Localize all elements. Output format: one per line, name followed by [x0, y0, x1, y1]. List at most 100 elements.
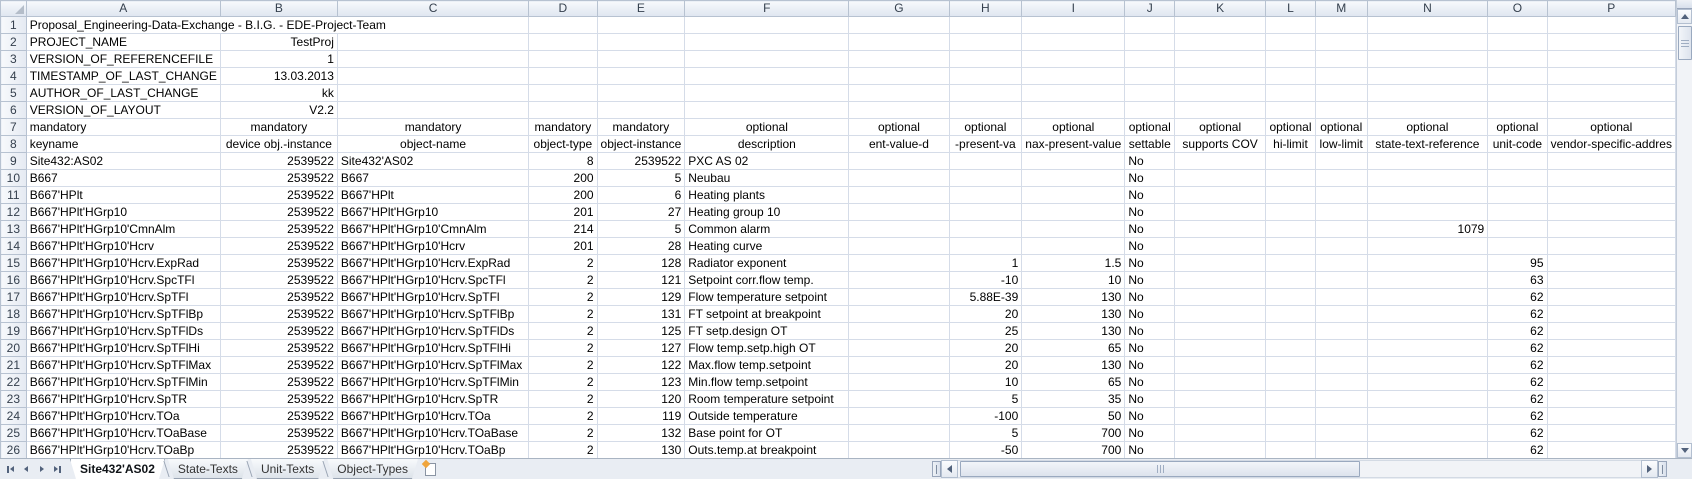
row-header-10[interactable]: 10: [1, 170, 27, 187]
cell-K6[interactable]: [1175, 102, 1266, 119]
cell-O20[interactable]: 62: [1488, 340, 1547, 357]
cell-L14[interactable]: [1266, 238, 1316, 255]
cell-H21[interactable]: 20: [949, 357, 1022, 374]
cell-K24[interactable]: [1175, 408, 1266, 425]
cell-O10[interactable]: [1488, 170, 1547, 187]
prev-sheet-button[interactable]: [18, 461, 34, 478]
cell-F2[interactable]: [685, 34, 849, 51]
cell-F15[interactable]: Radiator exponent: [685, 255, 849, 272]
cell-I18[interactable]: 130: [1022, 306, 1125, 323]
cell-F7[interactable]: optional: [685, 119, 849, 136]
col-header-J[interactable]: J: [1125, 1, 1175, 17]
row-header-21[interactable]: 21: [1, 357, 27, 374]
cell-F6[interactable]: [685, 102, 849, 119]
cell-A1[interactable]: Proposal_Engineering-Data-Exchange - B.I…: [26, 17, 528, 34]
row-header-14[interactable]: 14: [1, 238, 27, 255]
cell-M19[interactable]: [1315, 323, 1367, 340]
cell-L23[interactable]: [1266, 391, 1316, 408]
cell-H14[interactable]: [949, 238, 1022, 255]
cell-H11[interactable]: [949, 187, 1022, 204]
cell-K16[interactable]: [1175, 272, 1266, 289]
row-header-12[interactable]: 12: [1, 204, 27, 221]
cell-J25[interactable]: No: [1125, 425, 1175, 442]
cell-D5[interactable]: [529, 85, 597, 102]
cell-P13[interactable]: [1547, 221, 1675, 238]
cell-D7[interactable]: mandatory: [529, 119, 597, 136]
cell-E4[interactable]: [597, 68, 685, 85]
cell-B14[interactable]: 2539522: [220, 238, 337, 255]
cell-O8[interactable]: unit-code: [1488, 136, 1547, 153]
cell-D11[interactable]: 200: [529, 187, 597, 204]
row-header-19[interactable]: 19: [1, 323, 27, 340]
cell-D25[interactable]: 2: [529, 425, 597, 442]
cell-B9[interactable]: 2539522: [220, 153, 337, 170]
cell-F14[interactable]: Heating curve: [685, 238, 849, 255]
cell-E9[interactable]: 2539522: [597, 153, 685, 170]
cell-P15[interactable]: [1547, 255, 1675, 272]
cell-L7[interactable]: optional: [1266, 119, 1316, 136]
col-header-M[interactable]: M: [1315, 1, 1367, 17]
cell-H17[interactable]: 5.88E-39: [949, 289, 1022, 306]
cell-C13[interactable]: B667'HPlt'HGrp10'CmnAlm: [337, 221, 528, 238]
cell-E26[interactable]: 130: [597, 442, 685, 459]
cell-P6[interactable]: [1547, 102, 1675, 119]
cell-M22[interactable]: [1315, 374, 1367, 391]
cell-B11[interactable]: 2539522: [220, 187, 337, 204]
cell-H25[interactable]: 5: [949, 425, 1022, 442]
vertical-scroll-thumb[interactable]: [1678, 26, 1692, 60]
cell-O19[interactable]: 62: [1488, 323, 1547, 340]
cell-E25[interactable]: 132: [597, 425, 685, 442]
cell-E5[interactable]: [597, 85, 685, 102]
cell-H22[interactable]: 10: [949, 374, 1022, 391]
row-header-3[interactable]: 3: [1, 51, 27, 68]
cell-C6[interactable]: [337, 102, 528, 119]
cell-P18[interactable]: [1547, 306, 1675, 323]
cell-G20[interactable]: [849, 340, 949, 357]
cell-D22[interactable]: 2: [529, 374, 597, 391]
cell-M10[interactable]: [1315, 170, 1367, 187]
cell-A22[interactable]: B667'HPlt'HGrp10'Hcrv.SpTFlMin: [26, 374, 220, 391]
cell-J11[interactable]: No: [1125, 187, 1175, 204]
cell-J26[interactable]: No: [1125, 442, 1175, 459]
cell-M1[interactable]: [1315, 17, 1367, 34]
cell-D1[interactable]: [529, 17, 597, 34]
cell-I14[interactable]: [1022, 238, 1125, 255]
cell-L2[interactable]: [1266, 34, 1316, 51]
cell-F11[interactable]: Heating plants: [685, 187, 849, 204]
cell-F5[interactable]: [685, 85, 849, 102]
cell-H1[interactable]: [949, 17, 1022, 34]
cell-O14[interactable]: [1488, 238, 1547, 255]
cell-F9[interactable]: PXC AS 02: [685, 153, 849, 170]
cell-F23[interactable]: Room temperature setpoint: [685, 391, 849, 408]
col-header-G[interactable]: G: [849, 1, 949, 17]
cell-P11[interactable]: [1547, 187, 1675, 204]
cell-A5[interactable]: AUTHOR_OF_LAST_CHANGE: [26, 85, 220, 102]
horizontal-split-handle-right[interactable]: [1658, 461, 1667, 477]
cell-E19[interactable]: 125: [597, 323, 685, 340]
col-header-H[interactable]: H: [949, 1, 1022, 17]
cell-I7[interactable]: optional: [1022, 119, 1125, 136]
cell-D6[interactable]: [529, 102, 597, 119]
cell-O3[interactable]: [1488, 51, 1547, 68]
col-header-D[interactable]: D: [529, 1, 597, 17]
cell-C17[interactable]: B667'HPlt'HGrp10'Hcrv.SpTFl: [337, 289, 528, 306]
cell-N26[interactable]: [1367, 442, 1488, 459]
cell-E8[interactable]: object-instance: [597, 136, 685, 153]
next-sheet-button[interactable]: [34, 461, 50, 478]
col-header-C[interactable]: C: [337, 1, 528, 17]
cell-C12[interactable]: B667'HPlt'HGrp10: [337, 204, 528, 221]
cell-L3[interactable]: [1266, 51, 1316, 68]
cell-J3[interactable]: [1125, 51, 1175, 68]
cell-I6[interactable]: [1022, 102, 1125, 119]
cell-P22[interactable]: [1547, 374, 1675, 391]
vertical-scrollbar[interactable]: [1676, 0, 1692, 458]
cell-J1[interactable]: [1125, 17, 1175, 34]
row-header-5[interactable]: 5: [1, 85, 27, 102]
cell-O24[interactable]: 62: [1488, 408, 1547, 425]
first-sheet-button[interactable]: [2, 461, 18, 478]
cell-J8[interactable]: settable: [1125, 136, 1175, 153]
cell-P9[interactable]: [1547, 153, 1675, 170]
cell-G11[interactable]: [849, 187, 949, 204]
cell-K13[interactable]: [1175, 221, 1266, 238]
cell-K3[interactable]: [1175, 51, 1266, 68]
